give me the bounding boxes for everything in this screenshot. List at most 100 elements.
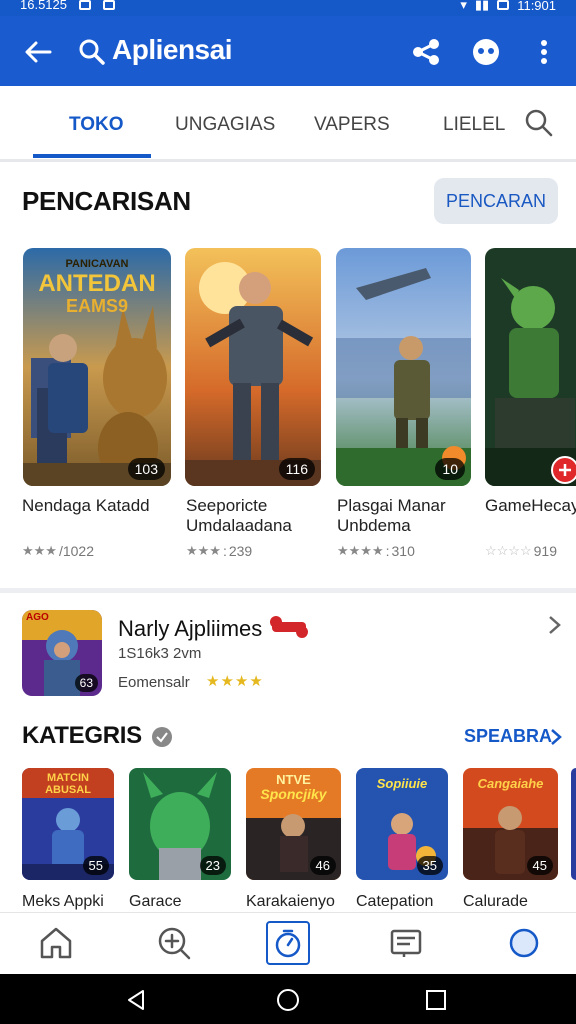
app-bar: Apliensai xyxy=(0,16,576,86)
category-4-banner: Sopiiuie xyxy=(376,776,428,791)
chevron-right-icon[interactable] xyxy=(548,727,564,747)
system-home-icon[interactable] xyxy=(276,988,300,1012)
game-art-3 xyxy=(336,248,471,486)
game-card-4[interactable] xyxy=(485,248,576,486)
featured-title[interactable]: Narly Ajpliimes xyxy=(118,616,262,642)
card-2-rating: ★★★:239 xyxy=(186,543,253,559)
featured-icon-label: AGO xyxy=(26,612,49,623)
card-1-count-badge: 103 xyxy=(127,458,165,480)
category-1-banner-b: ABUSAL xyxy=(45,784,91,796)
game-card-1[interactable]: PANICAVAN ANTEDAN EAMS9 103 xyxy=(23,248,171,486)
category-5-banner: Cangaiahe xyxy=(477,776,544,791)
system-recents-icon[interactable] xyxy=(424,988,448,1012)
game-card-2[interactable]: 116 xyxy=(185,248,321,486)
category-3-name: Karakaienyo xyxy=(246,893,335,910)
bottom-navigation xyxy=(0,912,576,974)
featured-badge-icon xyxy=(270,616,308,638)
card-3-count-badge: 10 xyxy=(435,458,465,480)
card-3-rating: ★★★★:310 xyxy=(337,543,415,559)
timer-nav-item[interactable] xyxy=(266,921,310,965)
tab-ungagias[interactable]: UNGAGIAS xyxy=(175,114,275,136)
system-navigation-bar xyxy=(0,974,576,1024)
section-title-kategris: KATEGRIS xyxy=(22,722,142,749)
card-1-rating: ★★★/1022 xyxy=(22,543,94,559)
star-icon: ★★★★ xyxy=(337,543,384,558)
card-2-rating-text: 239 xyxy=(228,543,253,559)
category-2-count: 23 xyxy=(199,856,226,875)
tab-lielel[interactable]: LIELEL xyxy=(443,114,505,136)
search-icon[interactable] xyxy=(78,38,106,66)
game-art-2 xyxy=(185,248,321,486)
card-3-rating-text: 310 xyxy=(391,543,415,559)
game-card-3[interactable]: 10 xyxy=(336,248,471,486)
news-icon[interactable] xyxy=(386,923,426,963)
category-1-name: Meks Appki xyxy=(22,893,104,910)
category-4-name: Catepation xyxy=(356,893,434,910)
featured-icon-badge: 63 xyxy=(74,674,98,692)
see-all-link[interactable]: SPEABRA xyxy=(464,726,552,747)
category-3-count: 46 xyxy=(309,856,336,875)
more-vert-icon[interactable] xyxy=(528,36,560,68)
status-time-right: 11:901 xyxy=(517,0,556,13)
zoom-in-icon[interactable] xyxy=(154,923,194,963)
card-1-banner-main: ANTEDAN xyxy=(38,270,156,297)
profile-icon[interactable] xyxy=(504,923,544,963)
card-2-name: Seeporicte Umdalaadana xyxy=(186,496,292,535)
gamepad-icon[interactable] xyxy=(470,36,502,68)
featured-subtitle: 1S16k3 2vm xyxy=(118,645,202,662)
card-4-name: GameHecay xyxy=(485,496,576,515)
chevron-right-icon[interactable] xyxy=(544,614,564,636)
game-art-4 xyxy=(485,248,576,486)
section-title-pencarisan: PENCARISAN xyxy=(22,186,191,216)
status-bar: 16.5125 ▾ ▮▮ 11:901 xyxy=(0,0,576,16)
tag-icon xyxy=(152,727,172,747)
category-2-name: Garace xyxy=(129,893,182,910)
card-1-banner-top: PANICAVAN xyxy=(65,258,129,270)
card-1-rating-text: /1022 xyxy=(58,543,95,559)
card-4-rating: ☆☆☆☆ 919 xyxy=(485,543,557,559)
featured-developer: Eomensalr xyxy=(118,674,190,691)
category-tile-3[interactable]: NTVE Sponcjiky 46 xyxy=(246,768,341,880)
star-icon: ★★★ xyxy=(186,543,221,558)
category-4-count: 35 xyxy=(416,856,443,875)
featured-app-icon[interactable]: AGO 63 xyxy=(22,610,102,696)
section-divider xyxy=(0,588,576,593)
notification-icon xyxy=(79,0,91,10)
pencaran-button[interactable]: PENCARAN xyxy=(434,178,558,224)
tab-vapers[interactable]: VAPERS xyxy=(314,114,390,136)
timer-icon xyxy=(275,929,301,958)
category-tile-6-partial[interactable] xyxy=(571,768,576,880)
card-1-name: Nendaga Katadd xyxy=(22,496,150,515)
app-title: Apliensai xyxy=(112,34,232,65)
star-icon: ★★★ xyxy=(22,543,57,558)
system-back-icon[interactable] xyxy=(124,988,148,1012)
category-3-banner-b: Sponcjiky xyxy=(260,786,327,802)
wifi-icon: ▾ xyxy=(460,0,467,12)
category-tile-4[interactable]: Sopiiuie 35 xyxy=(356,768,448,880)
image-icon xyxy=(103,0,115,10)
home-icon[interactable] xyxy=(36,923,76,963)
category-5-name: Calurade xyxy=(463,893,528,910)
category-tile-2[interactable]: 23 xyxy=(129,768,231,880)
category-tile-1[interactable]: MATCIN ABUSAL 55 xyxy=(22,768,114,880)
star-icon: ☆☆☆☆ xyxy=(485,543,532,558)
active-tab-indicator xyxy=(33,154,151,158)
back-arrow-icon[interactable] xyxy=(22,36,54,68)
card-1-banner-sub: EAMS9 xyxy=(65,296,128,316)
add-icon[interactable] xyxy=(551,456,576,484)
card-2-count-badge: 116 xyxy=(278,458,315,480)
category-tile-5[interactable]: Cangaiahe 45 xyxy=(463,768,558,880)
category-1-banner-a: MATCIN xyxy=(47,772,89,784)
tab-search-icon[interactable] xyxy=(524,108,554,138)
category-5-count: 45 xyxy=(526,856,553,875)
category-3-banner-a: NTVE xyxy=(276,772,311,787)
tab-bar: TOKO UNGAGIAS VAPERS LIELEL xyxy=(0,86,576,162)
share-icon[interactable] xyxy=(410,36,442,68)
signal-icon: ▮▮ xyxy=(474,0,490,12)
card-4-rating-text: 919 xyxy=(533,543,557,559)
battery-icon xyxy=(497,0,510,10)
tab-toko[interactable]: TOKO xyxy=(69,114,124,136)
featured-stars: ★★★★ xyxy=(206,673,264,690)
status-time: 16.5125 xyxy=(20,0,67,12)
card-3-name: Plasgai Manar Unbdema xyxy=(337,496,446,535)
